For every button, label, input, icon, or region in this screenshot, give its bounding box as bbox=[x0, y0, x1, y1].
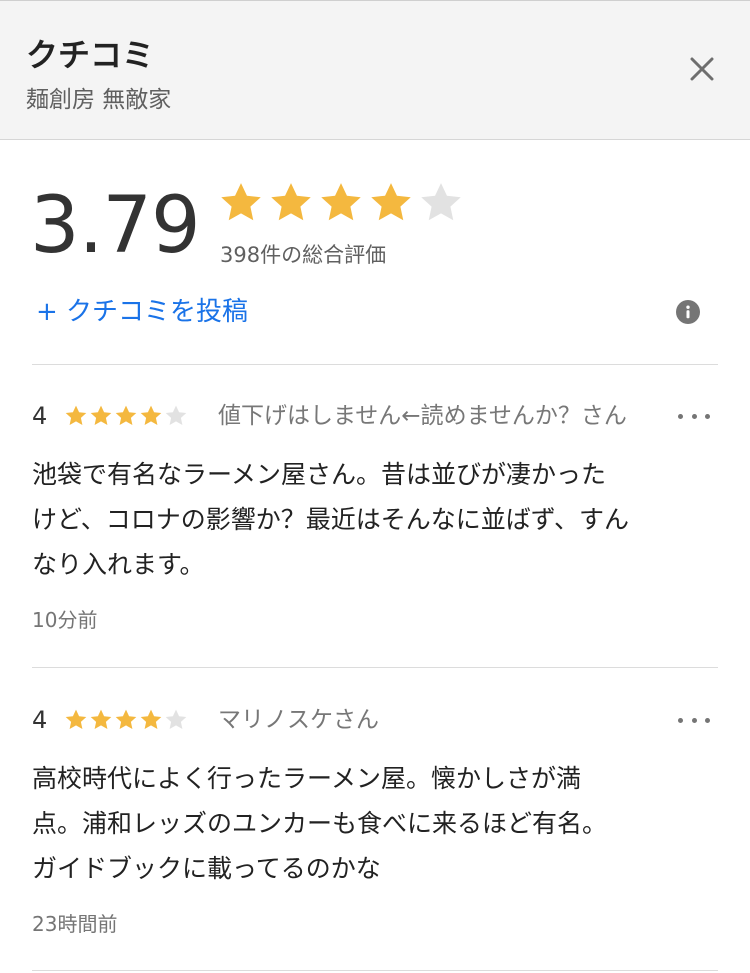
star-filled-icon bbox=[65, 709, 87, 729]
star-filled-icon bbox=[115, 405, 137, 425]
divider bbox=[32, 364, 718, 365]
average-rating: 3.79 bbox=[30, 181, 201, 271]
review-text-line: 高校時代によく行ったラーメン屋。懐かしさが満 bbox=[32, 764, 582, 793]
star-filled-icon bbox=[140, 709, 162, 729]
review-text-line: 池袋で有名なラーメン屋さん。昔は並びが凄かった bbox=[32, 460, 607, 489]
close-icon bbox=[690, 57, 714, 81]
review-text-line: なり入れます。 bbox=[32, 550, 205, 579]
star-filled-icon bbox=[321, 183, 361, 221]
star-filled-icon bbox=[65, 405, 87, 425]
divider bbox=[32, 970, 718, 971]
panel-header: クチコミ 麺創房 無敵家 bbox=[0, 0, 750, 140]
review-text-line: 点。浦和レッズのユンカーも食べに来るほど有名。 bbox=[32, 809, 608, 838]
info-glyph-icon bbox=[686, 305, 690, 319]
review-stars bbox=[64, 708, 188, 732]
total-reviews-count: 398件の総合評価 bbox=[220, 243, 387, 267]
review-time: 23時間前 bbox=[32, 912, 118, 936]
place-name: 麺創房 無敵家 bbox=[26, 87, 172, 113]
review-text: 高校時代によく行ったラーメン屋。懐かしさが満 点。浦和レッズのユンカーも食べに来… bbox=[32, 756, 712, 891]
star-filled-icon bbox=[90, 709, 112, 729]
more-dot-icon bbox=[691, 413, 697, 419]
more-options-button[interactable] bbox=[678, 710, 710, 730]
reviewer-name: マリノスケさん bbox=[218, 707, 379, 733]
reviews-panel: クチコミ 麺創房 無敵家 3.79 398件の総合評価 + クチコミを投稿 4 … bbox=[0, 0, 750, 973]
review-text-line: けど、コロナの影響か？最近はそんなに並ばず、すん bbox=[32, 505, 630, 534]
more-dot-icon bbox=[691, 717, 697, 723]
review-text-line: ガイドブックに載ってるのかな bbox=[32, 854, 381, 883]
close-button[interactable] bbox=[680, 47, 724, 91]
review-score: 4 bbox=[32, 706, 48, 734]
star-empty-icon bbox=[421, 183, 461, 221]
average-rating-stars bbox=[218, 180, 464, 228]
review-stars bbox=[64, 404, 188, 428]
post-review-link[interactable]: + クチコミを投稿 bbox=[36, 294, 248, 330]
star-filled-icon bbox=[115, 709, 137, 729]
star-empty-icon bbox=[165, 405, 187, 425]
reviewer-name: 値下げはしません←読めませんか？さん bbox=[218, 403, 627, 429]
star-empty-icon bbox=[165, 709, 187, 729]
star-filled-icon bbox=[371, 183, 411, 221]
review-text: 池袋で有名なラーメン屋さん。昔は並びが凄かった けど、コロナの影響か？最近はそん… bbox=[32, 452, 712, 587]
more-dot-icon bbox=[678, 717, 683, 723]
info-icon[interactable] bbox=[676, 300, 700, 324]
star-filled-icon bbox=[90, 405, 112, 425]
star-filled-icon bbox=[140, 405, 162, 425]
divider bbox=[32, 667, 718, 668]
more-options-button[interactable] bbox=[678, 406, 710, 426]
panel-title: クチコミ bbox=[26, 36, 155, 74]
review-score: 4 bbox=[32, 402, 48, 430]
star-filled-icon bbox=[221, 183, 261, 221]
review-time: 10分前 bbox=[32, 608, 98, 632]
more-dot-icon bbox=[705, 717, 710, 723]
more-dot-icon bbox=[678, 413, 683, 419]
star-filled-icon bbox=[271, 183, 311, 221]
more-dot-icon bbox=[705, 413, 710, 419]
